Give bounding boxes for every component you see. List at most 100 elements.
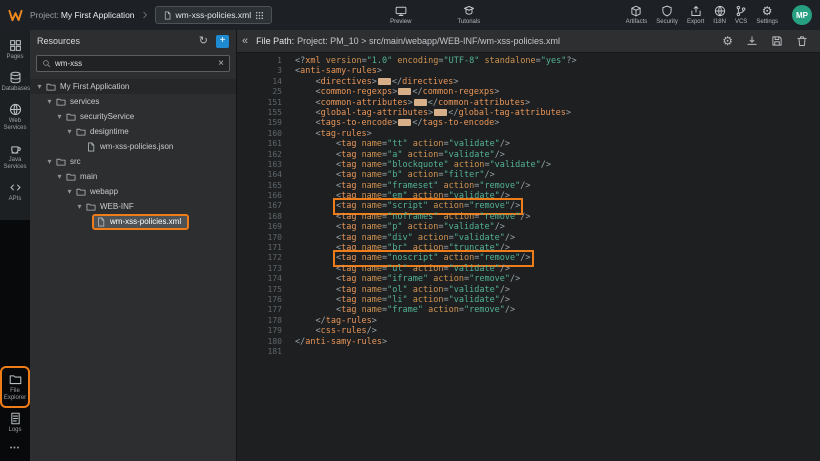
tree-item-src[interactable]: ▾src [30,154,236,169]
topbar-item-i18n[interactable]: I18N [713,5,726,25]
topbar-right-items: Artifacts Security Export I18N VCS ⚙Settings [626,5,778,25]
code-line-text[interactable]: <tag name="iframe" action="remove"/> [336,274,520,284]
folded-code-placeholder[interactable] [398,119,411,126]
code-line-text[interactable]: <tag name="tt" action="validate"/> [336,139,510,149]
code-line-text[interactable]: <common-attributes></common-attributes> [315,98,530,108]
tree-entry[interactable]: designtime [74,126,135,138]
sidebar-item-java-services[interactable]: Java Services [2,137,28,175]
code-line-text[interactable]: <tag name="noframes" action="remove"/> [336,212,531,222]
topbar-item-tutorials[interactable]: Tutorials [457,5,480,25]
sidebar-item-apis[interactable]: APIs [2,176,28,207]
topbar-item-vcs[interactable]: VCS [735,5,747,25]
collapse-panel-icon[interactable]: « [242,36,248,47]
line-number: 176 [237,295,295,305]
code-line-text-highlighted[interactable]: <tag name="noscript" action="remove"/> [336,253,531,263]
tree-entry[interactable]: main [64,171,103,183]
topbar-item-settings[interactable]: ⚙Settings [756,5,778,25]
item-label: Tutorials [457,19,480,25]
code-line-text[interactable]: <anti-samy-rules> [295,66,382,76]
code-line-text[interactable]: <common-regexps></common-regexps> [315,87,499,97]
tree-entry[interactable]: webapp [74,186,124,198]
code-line-text[interactable]: <tag name="a" action="validate"/> [336,150,505,160]
code-line-text[interactable]: <tag name="div" action="validate"/> [336,233,515,243]
tree-entry[interactable]: My First Application [44,81,135,93]
code-line-text[interactable]: <?xml version="1.0" encoding="UTF-8" sta… [295,56,577,66]
code-line-text-highlighted[interactable]: <tag name="script" action="remove"/> [336,201,520,211]
tree-entry[interactable]: WEB-INF [84,201,140,213]
topbar-item-artifacts[interactable]: Artifacts [626,5,648,25]
tree-item-securityservice[interactable]: ▾securityService [30,109,236,124]
grid-icon[interactable] [255,11,264,20]
chevron-down-icon[interactable]: ▾ [45,158,54,166]
open-file-tab[interactable]: wm-xss-policies.xml [155,6,273,24]
code-line: 177 <tag name="frame" action="remove"/> [237,305,820,315]
file-explorer-icon [9,373,22,386]
chevron-down-icon[interactable]: ▾ [45,98,54,106]
trash-icon[interactable] [796,35,808,47]
tree-item-my-first-application[interactable]: ▾My First Application [30,79,236,94]
code-line-text[interactable]: <tags-to-encode></tags-to-encode> [315,118,499,128]
refresh-icon[interactable]: ↻ [199,36,208,47]
tree-item-main[interactable]: ▾main [30,169,236,184]
topbar-center-actions: Preview Tutorials [390,5,480,25]
tree-item-designtime[interactable]: ▾designtime [30,124,236,139]
tree-entry[interactable]: securityService [64,111,140,123]
code-line-text[interactable]: <tag name="frameset" action="remove"/> [336,181,531,191]
code-line-text[interactable]: <tag name="frame" action="remove"/> [336,305,515,315]
chevron-down-icon[interactable]: ▾ [65,188,74,196]
code-line-text[interactable]: <tag name="ul" action="validate"/> [336,264,510,274]
gear-icon[interactable]: ⚙ [722,35,733,47]
tree-item-wm-xss-policies-json[interactable]: wm-xss-policies.json [30,139,236,154]
folded-code-placeholder[interactable] [398,88,411,95]
folded-code-placeholder[interactable] [434,109,447,116]
code-line-text[interactable]: <tag name="b" action="filter"/> [336,170,495,180]
wavemaker-logo[interactable] [6,6,24,24]
chevron-down-icon[interactable]: ▾ [65,128,74,136]
code-line-text[interactable]: <css-rules/> [315,326,376,336]
tree-item-services[interactable]: ▾services [30,94,236,109]
tree-entry[interactable]: wm-xss-policies.xml [94,216,187,228]
code-line-text[interactable]: </anti-samy-rules> [295,337,387,347]
tree-item-label: wm-xss-policies.xml [110,217,181,226]
sidebar-item-logs[interactable]: Logs [2,407,28,438]
sidebar-item-pages[interactable]: Pages [2,34,28,65]
tree-entry[interactable]: src [54,156,87,168]
chevron-down-icon[interactable]: ▾ [55,173,64,181]
chevron-down-icon[interactable]: ▾ [55,113,64,121]
topbar-item-preview[interactable]: Preview [390,5,411,25]
code-line-text[interactable]: <global-tag-attributes></global-tag-attr… [315,108,571,118]
code-line-text[interactable]: <directives></directives> [315,77,458,87]
code-line-text[interactable]: <tag name="em" action="validate"/> [336,191,510,201]
sidebar-item-web-services[interactable]: Web Services [2,98,28,136]
add-resource-button[interactable]: + [216,35,229,48]
topbar-item-security[interactable]: Security [656,5,678,25]
code-line: 3<anti-samy-rules> [237,66,820,76]
tree-entry[interactable]: wm-xss-policies.json [84,141,179,153]
code-line-text[interactable]: <tag-rules> [315,129,371,139]
line-number: 25 [237,87,295,97]
search-input[interactable] [55,59,214,68]
save-icon[interactable] [771,35,783,47]
folded-code-placeholder[interactable] [414,99,427,106]
tree-item-wm-xss-policies-xml[interactable]: wm-xss-policies.xml [30,214,236,229]
code-line-text[interactable]: </tag-rules> [315,316,376,326]
user-avatar[interactable]: MP [792,5,812,25]
sidebar-item-file-explorer[interactable]: File Explorer [2,368,28,406]
tree-item-web-inf[interactable]: ▾WEB-INF [30,199,236,214]
code-line-text[interactable]: <tag name="ol" action="validate"/> [336,285,510,295]
code-editor[interactable]: 1<?xml version="1.0" encoding="UTF-8" st… [237,53,820,461]
download-icon[interactable] [746,35,758,47]
code-line-text[interactable]: <tag name="blockquote" action="validate"… [336,160,551,170]
tree-entry[interactable]: services [54,96,105,108]
sidebar-item-databases[interactable]: Databases [2,66,28,97]
sidebar-more-button[interactable]: ••• [0,439,30,461]
chevron-down-icon[interactable]: ▾ [35,83,44,91]
code-line-text[interactable]: <tag name="p" action="validate"/> [336,222,505,232]
topbar-item-export[interactable]: Export [687,5,704,25]
code-line-text[interactable]: <tag name="br" action="truncate"/> [336,243,510,253]
code-line-text[interactable]: <tag name="li" action="validate"/> [336,295,510,305]
folded-code-placeholder[interactable] [378,78,391,85]
clear-search-icon[interactable]: × [218,59,224,69]
tree-item-webapp[interactable]: ▾webapp [30,184,236,199]
chevron-down-icon[interactable]: ▾ [75,203,84,211]
